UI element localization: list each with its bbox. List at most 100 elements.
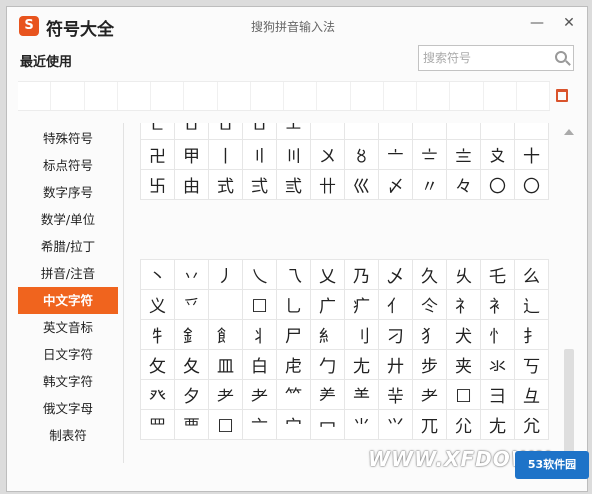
symbol-cell[interactable]: 弎 [276, 169, 311, 200]
symbol-cell[interactable]: 由 [174, 169, 209, 200]
symbol-cell[interactable]: 辶 [514, 289, 549, 320]
scroll-thumb[interactable] [564, 349, 574, 459]
symbol-cell[interactable]: 乁 [276, 259, 311, 290]
search-box[interactable] [418, 45, 574, 71]
symbol-cell[interactable]: □ [242, 289, 277, 320]
symbol-cell[interactable]: ⺐ [480, 409, 515, 440]
symbol-cell[interactable]: 礻 [446, 289, 481, 320]
symbol-cell[interactable]: 十 [514, 139, 549, 170]
recent-symbol-cell[interactable] [284, 82, 318, 110]
symbol-cell[interactable]: □ [208, 409, 243, 440]
search-input[interactable] [423, 49, 547, 67]
recent-symbol-cell[interactable] [117, 82, 151, 110]
symbol-cell[interactable]: 卄 [310, 169, 345, 200]
symbol-cell[interactable]: ⺎ [412, 409, 447, 440]
symbol-cell[interactable]: 忄 [480, 319, 515, 350]
recent-symbol-cell[interactable] [516, 82, 550, 110]
symbol-cell[interactable]: ⺹ [412, 379, 447, 410]
symbol-cell[interactable]: ⺮ [276, 379, 311, 410]
symbol-cell[interactable]: 亻 [378, 289, 413, 320]
symbol-cell[interactable]: 夹 [446, 349, 481, 380]
symbol-cell[interactable]: 刂 [344, 319, 379, 350]
symbol-cell[interactable]: 〦 [378, 139, 413, 170]
symbol-cell[interactable]: 亠 [242, 409, 277, 440]
symbol-cell[interactable]: 乊 [174, 289, 209, 320]
symbol-cell[interactable]: 尸 [276, 319, 311, 350]
symbol-cell[interactable]: 乂 [310, 259, 345, 290]
symbol-cell[interactable]: 夕 [174, 379, 209, 410]
symbol-cell[interactable]: 癶 [140, 379, 175, 410]
recent-symbol-cell[interactable] [250, 82, 284, 110]
symbol-cell[interactable]: 义 [140, 289, 175, 320]
symbol-cell[interactable]: ㅗ [276, 123, 311, 140]
symbol-cell[interactable]: 丷 [174, 259, 209, 290]
symbol-cell[interactable]: 彑 [514, 379, 549, 410]
symbol-cell[interactable]: ⺶ [310, 379, 345, 410]
symbol-cell[interactable]: ㅁ [208, 123, 243, 140]
symbol-cell[interactable]: ⺷ [344, 379, 379, 410]
symbol-cell[interactable]: 〣 [276, 139, 311, 170]
symbol-cell[interactable]: 〤 [310, 139, 345, 170]
symbol-cell[interactable]: 式 [208, 169, 243, 200]
recent-symbol-cell[interactable] [417, 82, 451, 110]
symbol-cell[interactable]: 丿 [208, 259, 243, 290]
category-item[interactable]: 特殊符号 [18, 125, 118, 152]
symbol-cell[interactable]: 衤 [480, 289, 515, 320]
symbol-cell[interactable]: 丶 [140, 259, 175, 290]
recent-symbol-cell[interactable] [350, 82, 384, 110]
trash-icon[interactable] [556, 89, 568, 102]
category-item[interactable]: 英文音标 [18, 314, 118, 341]
symbol-cell[interactable] [412, 123, 447, 140]
symbol-cell[interactable]: 彐 [480, 379, 515, 410]
category-item[interactable]: 制表符 [18, 422, 118, 449]
close-button[interactable]: ✕ [561, 15, 577, 31]
symbol-cell[interactable]: 白 [242, 349, 277, 380]
symbol-cell[interactable]: 犬 [446, 319, 481, 350]
symbol-cell[interactable]: 〧 [412, 139, 447, 170]
symbol-cell[interactable]: 甲 [174, 139, 209, 170]
recent-symbol-cell[interactable] [84, 82, 118, 110]
category-item[interactable]: 韩文字符 [18, 368, 118, 395]
symbol-cell[interactable]: ⺸ [378, 379, 413, 410]
symbol-cell[interactable] [514, 123, 549, 140]
recent-symbol-cell[interactable] [217, 82, 251, 110]
symbol-cell[interactable]: 乚 [276, 289, 311, 320]
symbol-cell[interactable]: 〩 [480, 139, 515, 170]
symbol-cell[interactable] [378, 123, 413, 140]
symbol-cell[interactable] [344, 123, 379, 140]
symbol-cell[interactable]: 〢 [242, 139, 277, 170]
scrollbar[interactable] [563, 123, 575, 461]
symbol-cell[interactable] [310, 123, 345, 140]
symbol-cell[interactable]: 刁 [378, 319, 413, 350]
symbol-cell[interactable]: 步 [412, 349, 447, 380]
category-item[interactable]: 拼音/注音 [18, 260, 118, 287]
symbol-cell[interactable]: 乄 [378, 259, 413, 290]
symbol-cell[interactable]: 〇 [480, 169, 515, 200]
symbol-cell[interactable]: 乃 [344, 259, 379, 290]
category-item[interactable]: 日文字符 [18, 341, 118, 368]
recent-symbol-cell[interactable] [383, 82, 417, 110]
recent-symbol-cell[interactable] [184, 82, 218, 110]
symbol-cell[interactable]: ⺍ [378, 409, 413, 440]
symbol-cell[interactable]: 卍 [140, 139, 175, 170]
symbol-cell[interactable]: 丂 [514, 349, 549, 380]
symbol-cell[interactable]: 夂 [174, 349, 209, 380]
symbol-cell[interactable]: 冖 [310, 409, 345, 440]
symbol-cell[interactable]: 耂 [208, 379, 243, 410]
recent-symbol-cell[interactable] [51, 82, 85, 110]
symbol-cell[interactable] [208, 289, 243, 320]
category-item[interactable]: 数字序号 [18, 179, 118, 206]
symbol-cell[interactable]: 弍 [242, 169, 277, 200]
category-item[interactable]: 标点符号 [18, 152, 118, 179]
category-item[interactable]: 希腊/拉丁 [18, 233, 118, 260]
symbol-cell[interactable]: ⺑ [514, 409, 549, 440]
recent-symbol-cell[interactable] [18, 82, 52, 110]
category-item[interactable]: 中文字符 [18, 287, 118, 314]
scroll-up-arrow-icon[interactable] [564, 129, 574, 135]
symbol-cell[interactable]: 乇 [480, 259, 515, 290]
recent-symbol-cell[interactable] [151, 82, 185, 110]
symbol-cell[interactable]: 么 [514, 259, 549, 290]
symbol-cell[interactable]: 〥 [344, 139, 379, 170]
symbol-cell[interactable] [480, 123, 515, 140]
symbol-cell[interactable]: 攵 [140, 349, 175, 380]
